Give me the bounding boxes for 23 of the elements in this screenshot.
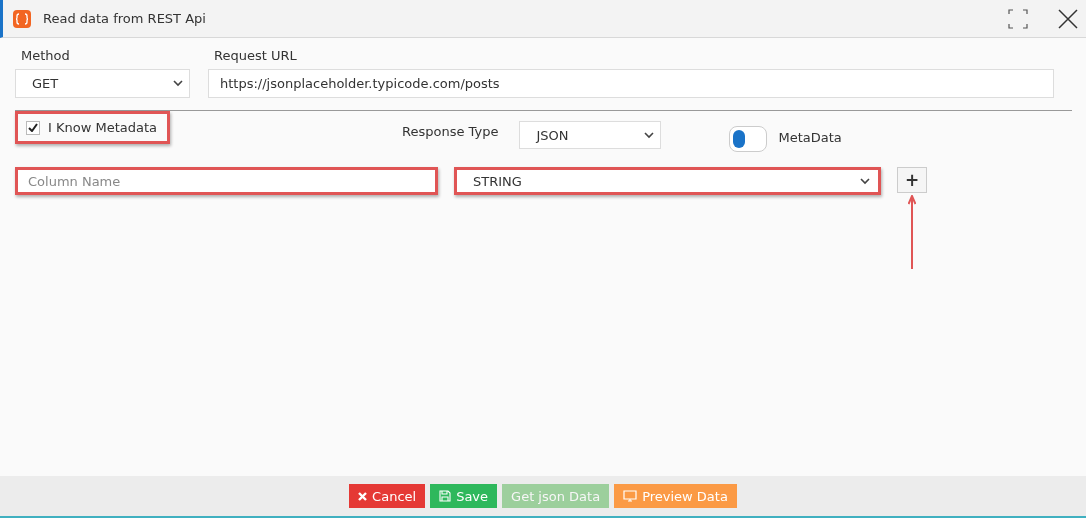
method-select[interactable]: GET — [15, 69, 190, 98]
field-label: Method — [20, 48, 71, 63]
braces-logo-icon — [13, 9, 31, 28]
url-field[interactable]: https://jsonplaceholder.typicode.com/posts — [208, 69, 1054, 98]
maximize-icon[interactable] — [1008, 8, 1028, 29]
column-name-field[interactable]: Column Name — [15, 167, 438, 195]
toggle-switch[interactable] — [729, 126, 768, 152]
field-label: Request URL — [213, 48, 298, 63]
footer-button[interactable]: Cancel — [349, 484, 426, 508]
check-icon — [28, 123, 38, 132]
chevron-icon — [644, 131, 655, 139]
response-type-select[interactable]: JSON — [519, 121, 662, 149]
add-button[interactable]: + — [897, 167, 927, 193]
field-label: Response Type — [402, 124, 499, 139]
monitor-icon — [623, 490, 638, 502]
close-icon — [358, 491, 368, 501]
type-select[interactable]: STRING — [454, 167, 881, 195]
metadata-checkbox[interactable]: I Know Metadata — [15, 111, 170, 144]
chevron-icon — [860, 177, 870, 185]
window-title: Read data from REST Api — [43, 11, 207, 26]
toggle-label: MetaData — [778, 130, 842, 145]
close-icon[interactable] — [1058, 8, 1078, 29]
chevron-icon — [173, 80, 183, 87]
